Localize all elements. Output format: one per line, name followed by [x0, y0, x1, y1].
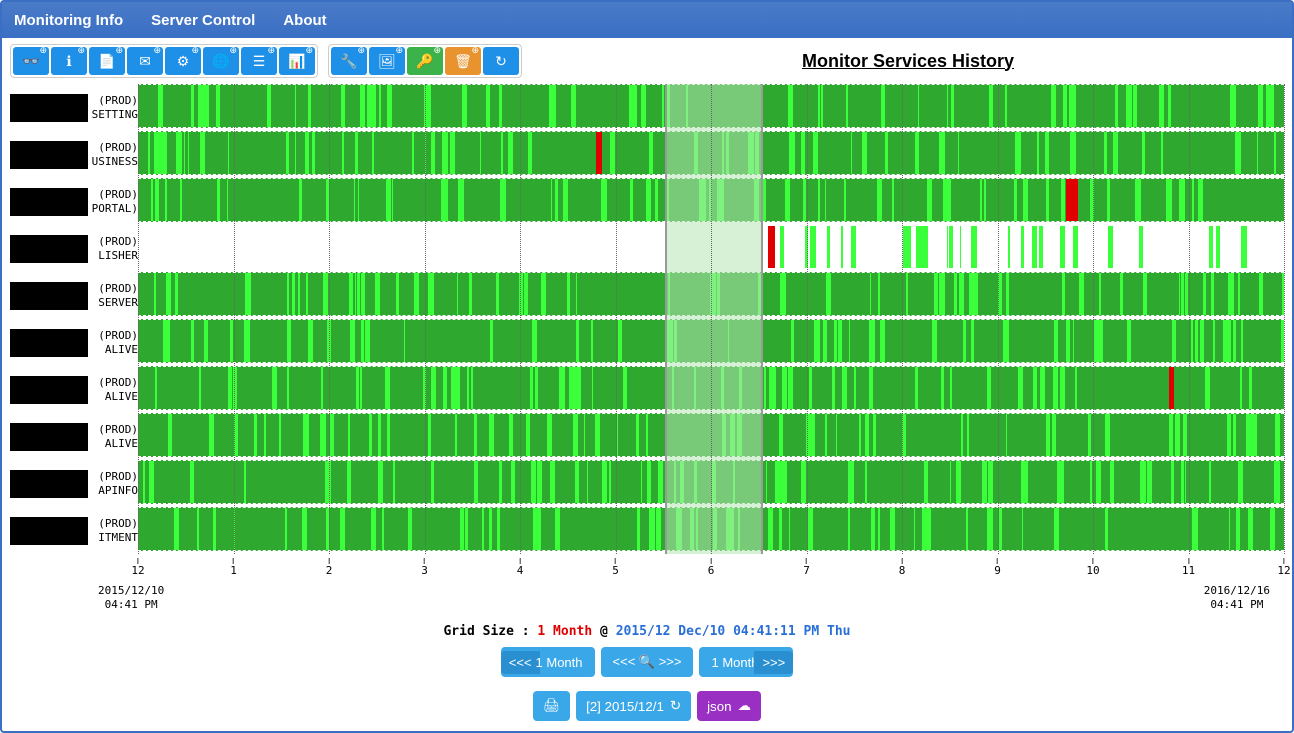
- toolbar-row: 👓⊕ ℹ⊕ 📄⊕ ✉⊕ ⚙⊕ 🌐⊕ ☰⊕ 📊⊕ 🔧⊕ 🖼⊕ 🔑⊕ 🗑⊕ ↻ Mo…: [2, 38, 1292, 84]
- navbar: Monitoring Info Server Control About: [2, 2, 1292, 38]
- doc-button[interactable]: 📄⊕: [89, 47, 125, 75]
- toolbar-group-2: 🔧⊕ 🖼⊕ 🔑⊕ 🗑⊕ ↻: [328, 44, 522, 78]
- binoculars-button[interactable]: 👓⊕: [13, 47, 49, 75]
- list-button[interactable]: ☰⊕: [241, 47, 277, 75]
- row-label: (PROD)SERVER: [10, 272, 138, 319]
- row-labels: (PROD)SETTING(PROD)USINESS(PROD)PORTAL)(…: [10, 84, 138, 554]
- gears-button[interactable]: ⚙⊕: [165, 47, 201, 75]
- trash-button[interactable]: 🗑⊕: [445, 47, 481, 75]
- print-button[interactable]: 🖨: [533, 691, 570, 721]
- image-icon: 🖼: [378, 53, 396, 70]
- nav-monitoring[interactable]: Monitoring Info: [14, 12, 123, 29]
- refresh-button[interactable]: ↻: [483, 47, 519, 75]
- row-label: (PROD)APINFO: [10, 460, 138, 507]
- highlight-window[interactable]: [665, 84, 762, 554]
- mail-icon: ✉: [139, 53, 151, 70]
- globe-icon: 🌐: [212, 53, 229, 70]
- row-label: (PROD)ITMENT: [10, 507, 138, 554]
- nav-back[interactable]: <<<1 Month: [501, 647, 595, 677]
- json-export[interactable]: json ☁: [697, 691, 761, 721]
- info-button[interactable]: ℹ⊕: [51, 47, 87, 75]
- row-label: (PROD)ALIVE: [10, 413, 138, 460]
- timeline[interactable]: [138, 84, 1284, 554]
- nav-server-control[interactable]: Server Control: [151, 12, 255, 29]
- refresh-icon: ↻: [495, 53, 507, 70]
- row-label: (PROD)ALIVE: [10, 319, 138, 366]
- trash-icon: 🗑: [454, 53, 472, 70]
- key-icon: 🔑: [416, 53, 433, 70]
- row-label: (PROD)ALIVE: [10, 366, 138, 413]
- chart-button[interactable]: 📊⊕: [279, 47, 315, 75]
- print-icon: 🖨: [543, 698, 560, 714]
- grid-info: Grid Size : 1 Month @ 2015/12 Dec/10 04:…: [2, 624, 1292, 639]
- refresh-icon: ↻: [670, 698, 681, 714]
- row-label: (PROD)USINESS: [10, 131, 138, 178]
- bottom-controls: 🖨 [2] 2015/12/1 ↻ json ☁: [2, 691, 1292, 721]
- wrench-icon: 🔧: [340, 53, 357, 70]
- nav-zoom[interactable]: <<< 🔍 >>>: [601, 647, 694, 677]
- date-start: 2015/12/1004:41 PM: [98, 584, 164, 613]
- page-title: Monitor Services History: [532, 51, 1284, 72]
- list-icon: ☰: [253, 53, 266, 70]
- date-picker[interactable]: [2] 2015/12/1 ↻: [576, 691, 691, 721]
- toolbar-group-1: 👓⊕ ℹ⊕ 📄⊕ ✉⊕ ⚙⊕ 🌐⊕ ☰⊕ 📊⊕: [10, 44, 318, 78]
- info-icon: ℹ: [66, 53, 71, 70]
- nav-controls: <<<1 Month <<< 🔍 >>> 1 Month>>>: [2, 647, 1292, 677]
- image-button[interactable]: 🖼⊕: [369, 47, 405, 75]
- binoculars-icon: 👓: [22, 53, 39, 70]
- wrench-button[interactable]: 🔧⊕: [331, 47, 367, 75]
- row-label: (PROD)LISHER: [10, 225, 138, 272]
- nav-about[interactable]: About: [283, 12, 326, 29]
- mail-button[interactable]: ✉⊕: [127, 47, 163, 75]
- chart-icon: 📊: [288, 53, 305, 70]
- download-icon: ☁: [738, 698, 751, 714]
- globe-button[interactable]: 🌐⊕: [203, 47, 239, 75]
- nav-fwd[interactable]: 1 Month>>>: [699, 647, 793, 677]
- doc-icon: 📄: [98, 53, 115, 70]
- date-end: 2016/12/1604:41 PM: [1204, 584, 1270, 613]
- key-button[interactable]: 🔑⊕: [407, 47, 443, 75]
- row-label: (PROD)SETTING: [10, 84, 138, 131]
- row-label: (PROD)PORTAL): [10, 178, 138, 225]
- gears-icon: ⚙: [177, 53, 190, 70]
